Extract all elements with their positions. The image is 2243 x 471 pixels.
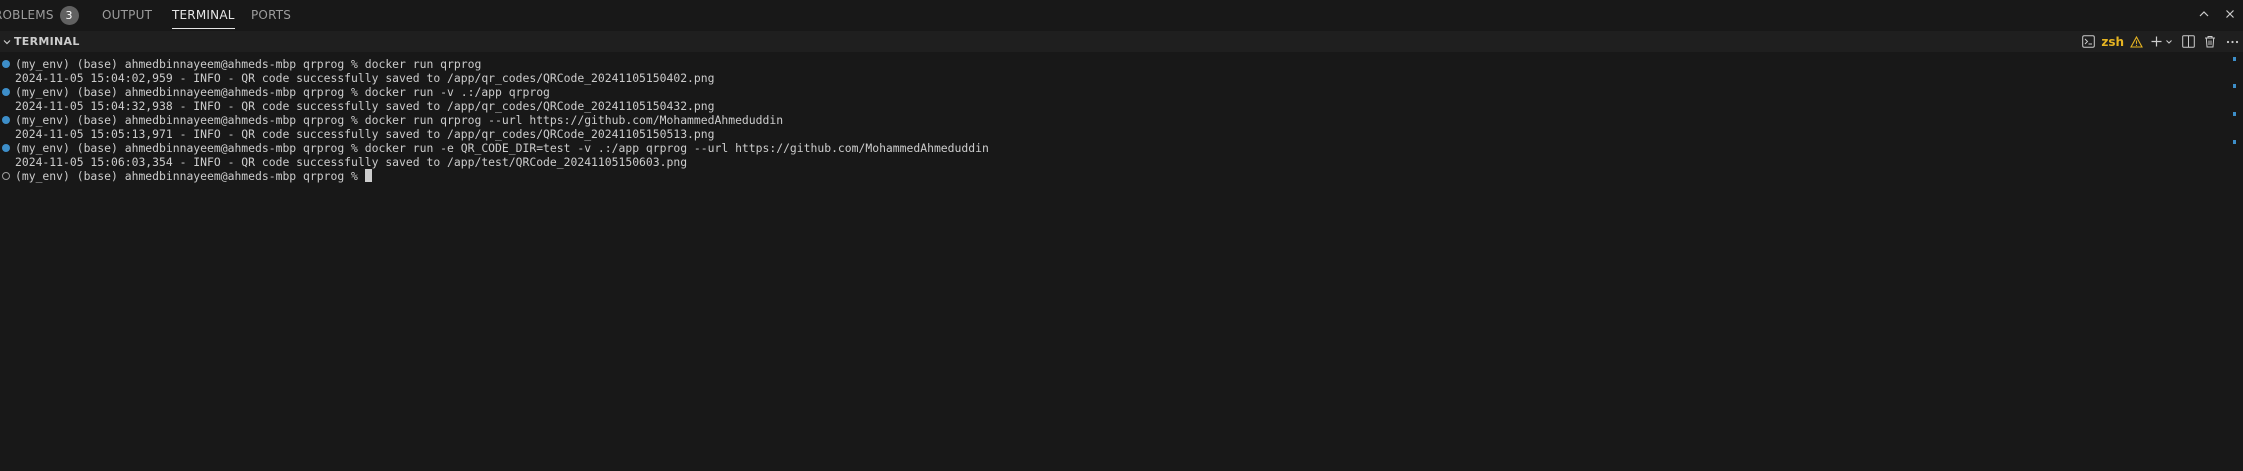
scrollbar-ruler-mark [2233, 140, 2236, 144]
tab-output[interactable]: OUTPUT [102, 0, 152, 30]
terminal-actions: zsh [2079, 31, 2243, 52]
terminal-line: 2024-11-05 15:06:03,354 - INFO - QR code… [15, 155, 688, 169]
terminal-line: (my_env) (base) ahmedbinnayeem@ahmeds-mb… [15, 141, 989, 155]
scrollbar-ruler-mark [2233, 84, 2236, 88]
problems-count-badge: 3 [59, 5, 79, 25]
terminal-panel: ROBLEMS 3 OUTPUT TERMINAL PORTS [0, 0, 2243, 471]
scrollbar-ruler-mark [2233, 57, 2236, 61]
command-success-decoration[interactable] [2, 116, 10, 124]
chevron-down-icon[interactable] [0, 31, 14, 52]
terminal-cursor [364, 169, 372, 182]
kill-terminal-button[interactable] [2199, 31, 2221, 52]
warning-icon[interactable] [2127, 31, 2145, 52]
tab-problems[interactable]: ROBLEMS 3 [0, 0, 79, 30]
tab-ports[interactable]: PORTS [251, 0, 291, 30]
tab-output-label: OUTPUT [102, 8, 153, 22]
panel-window-actions [2191, 0, 2243, 28]
close-icon [2226, 10, 2234, 18]
trash-icon [2205, 36, 2215, 48]
terminal-output[interactable]: (my_env) (base) ahmedbinnayeem@ahmeds-mb… [0, 57, 2230, 467]
terminal-line: 2024-11-05 15:04:02,959 - INFO - QR code… [15, 71, 715, 85]
terminal-line: (my_env) (base) ahmedbinnayeem@ahmeds-mb… [15, 113, 784, 127]
split-terminal-button[interactable] [2177, 31, 2199, 52]
command-success-decoration[interactable] [2, 144, 10, 152]
tab-ports-label: PORTS [251, 8, 292, 22]
command-success-decoration[interactable] [2, 60, 10, 68]
split-icon [2181, 35, 2195, 48]
panel-tab-bar: ROBLEMS 3 OUTPUT TERMINAL PORTS [0, 0, 2243, 30]
terminal-section-header[interactable]: TERMINAL zsh [0, 31, 2243, 52]
terminal-line: 2024-11-05 15:04:32,938 - INFO - QR code… [15, 99, 715, 113]
terminal-line: (my_env) (base) ahmedbinnayeem@ahmeds-mb… [15, 57, 482, 71]
ellipsis-icon [2226, 40, 2238, 43]
shell-name[interactable]: zsh [2101, 35, 2124, 49]
terminal-prompt-line[interactable]: (my_env) (base) ahmedbinnayeem@ahmeds-mb… [15, 169, 372, 183]
close-panel-button[interactable] [2217, 1, 2243, 27]
tab-terminal[interactable]: TERMINAL [172, 0, 235, 30]
section-title: TERMINAL [14, 35, 80, 48]
more-actions-button[interactable] [2221, 31, 2243, 52]
terminal-prompt: (my_env) (base) ahmedbinnayeem@ahmeds-mb… [15, 169, 365, 183]
scrollbar-ruler-mark [2233, 112, 2236, 116]
plus-icon [2151, 36, 2161, 47]
new-terminal-button[interactable] [2145, 31, 2177, 52]
command-pending-decoration[interactable] [2, 172, 10, 180]
tab-problems-label: ROBLEMS [0, 8, 54, 22]
terminal-line: (my_env) (base) ahmedbinnayeem@ahmeds-mb… [15, 85, 550, 99]
command-success-decoration[interactable] [2, 88, 10, 96]
terminal-icon[interactable] [2079, 31, 2097, 52]
chevron-down-icon [2165, 39, 2172, 44]
tab-terminal-label: TERMINAL [172, 8, 235, 22]
maximize-panel-button[interactable] [2191, 1, 2217, 27]
terminal-line: 2024-11-05 15:05:13,971 - INFO - QR code… [15, 127, 715, 141]
chevron-up-icon [2199, 11, 2209, 17]
